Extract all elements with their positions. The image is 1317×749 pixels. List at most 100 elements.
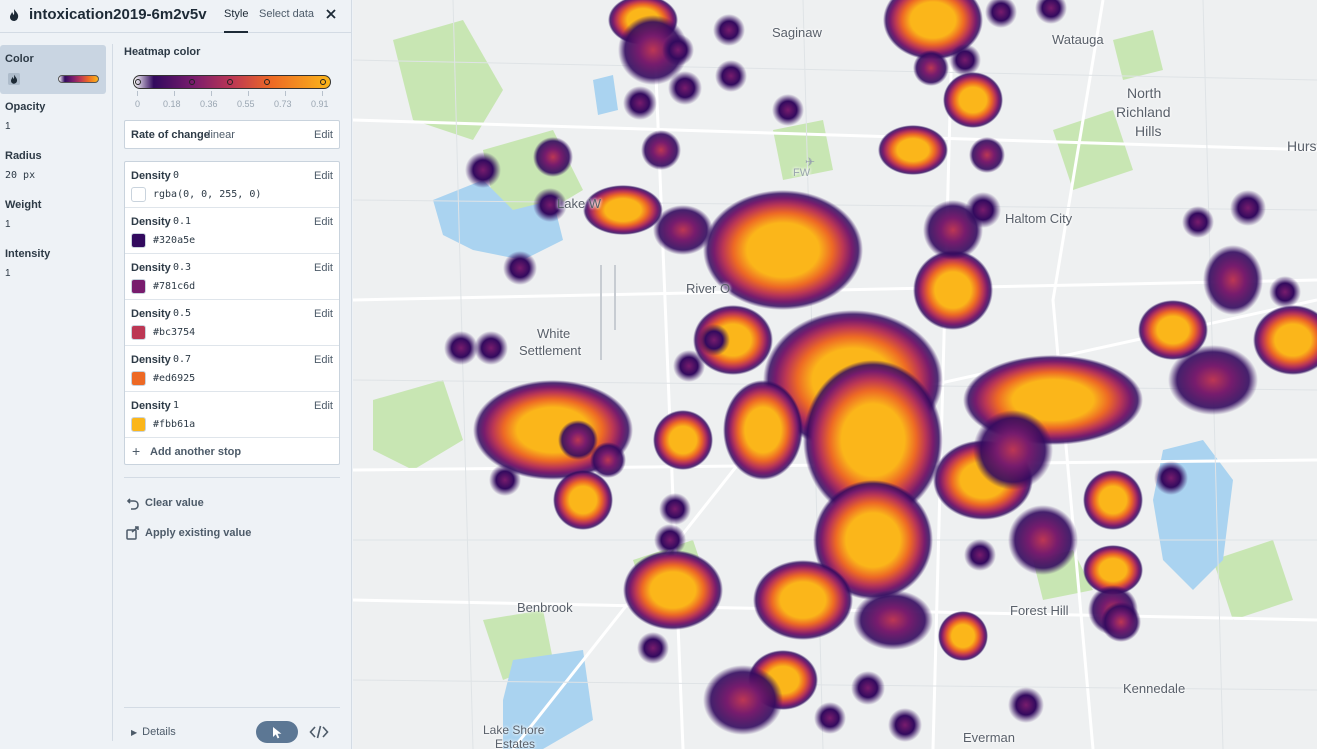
apply-existing-button[interactable]: Apply existing value	[124, 526, 324, 543]
rate-of-change-row[interactable]: Rate of change linear Edit	[124, 120, 340, 149]
stop-density-value: 0.3	[173, 262, 192, 273]
style-panel: intoxication2019-6m2v5v Style Select dat…	[0, 0, 352, 749]
place-label: Forest Hill	[1010, 603, 1069, 618]
close-icon[interactable]	[323, 6, 339, 22]
tick-label: 0.73	[274, 99, 292, 109]
stop-density-value: 0.7	[173, 354, 192, 365]
color-stop[interactable]: Density 0.1 Edit #320a5e	[125, 208, 339, 254]
ramp-ticks: 0 0.18 0.36 0.55 0.73 0.91	[133, 99, 331, 111]
divider	[124, 477, 340, 478]
color-stops-list: Density 0 Edit rgba(0, 0, 255, 0) Densit…	[124, 161, 340, 465]
heatmap-layer	[444, 0, 1317, 742]
property-weight-value: 1	[5, 219, 11, 230]
stop-color-value: rgba(0, 0, 255, 0)	[153, 189, 262, 200]
code-icon[interactable]	[309, 723, 329, 741]
stop-swatch	[131, 279, 146, 294]
tick-mark	[137, 91, 138, 96]
select-mode-button[interactable]	[256, 721, 298, 743]
ramp-handle[interactable]	[189, 79, 195, 85]
place-label: Lake Shore	[483, 723, 545, 737]
stop-swatch	[131, 187, 146, 202]
color-stop[interactable]: Density 0.5 Edit #bc3754	[125, 300, 339, 346]
property-intensity-label: Intensity	[5, 248, 51, 260]
panel-header: intoxication2019-6m2v5v Style Select dat…	[0, 0, 352, 33]
place-label: FW	[793, 167, 811, 179]
add-stop-button[interactable]: + Add another stop	[125, 438, 339, 465]
stop-density-label: Density	[131, 400, 171, 412]
ramp-handle[interactable]	[320, 79, 326, 85]
footer-divider	[124, 707, 340, 708]
panel-divider	[112, 44, 113, 741]
tick-mark	[174, 91, 175, 96]
stop-density-value: 0.1	[173, 216, 192, 227]
ramp-handle[interactable]	[227, 79, 233, 85]
stop-color-value: #320a5e	[153, 235, 196, 246]
stop-color-value: #ed6925	[153, 373, 196, 384]
editor-title: Heatmap color	[124, 46, 201, 58]
stop-color-value: #781c6d	[153, 281, 196, 292]
place-label: Hills	[1135, 123, 1162, 139]
property-opacity[interactable]: Opacity 1	[0, 101, 112, 141]
place-label: Kennedale	[1123, 681, 1186, 696]
place-label: Haltom City	[1005, 211, 1073, 226]
stop-edit-link[interactable]: Edit	[314, 308, 333, 320]
property-radius-label: Radius	[5, 150, 42, 162]
stop-swatch	[131, 325, 146, 340]
property-color[interactable]: Color	[0, 45, 106, 94]
rate-label: Rate of change	[131, 129, 210, 141]
ramp-handle[interactable]	[135, 79, 141, 85]
rate-edit-link[interactable]: Edit	[314, 129, 333, 141]
ramp-handle[interactable]	[264, 79, 270, 85]
stop-edit-link[interactable]: Edit	[314, 400, 333, 412]
clear-value-button[interactable]: Clear value	[124, 497, 324, 513]
details-label: Details	[142, 726, 176, 738]
property-weight[interactable]: Weight 1	[0, 199, 112, 239]
color-stop[interactable]: Density 1 Edit #fbb61a	[125, 392, 339, 438]
place-label: Estates	[495, 737, 536, 749]
tick-label: 0.91	[311, 99, 329, 109]
place-label: Hurst	[1287, 138, 1317, 154]
stop-density-value: 1	[173, 400, 180, 411]
place-label: Lake W	[557, 196, 602, 211]
stop-density-value: 0.5	[173, 308, 192, 319]
heatmap-layer-icon	[10, 9, 19, 21]
stop-edit-link[interactable]: Edit	[314, 354, 333, 366]
clear-value-label: Clear value	[145, 497, 204, 509]
stop-density-label: Density	[131, 216, 171, 228]
stop-density-label: Density	[131, 354, 171, 366]
stop-edit-link[interactable]: Edit	[314, 262, 333, 274]
stop-edit-link[interactable]: Edit	[314, 216, 333, 228]
property-intensity-value: 1	[5, 268, 11, 279]
place-label: Settlement	[519, 343, 582, 358]
property-color-label: Color	[5, 53, 34, 65]
property-radius-value: 20 px	[5, 170, 36, 181]
property-weight-label: Weight	[5, 199, 42, 211]
place-label: Everman	[963, 730, 1016, 745]
heatmap-icon	[8, 73, 20, 85]
color-stop[interactable]: Density 0 Edit rgba(0, 0, 255, 0)	[125, 162, 339, 208]
tick-label: 0	[135, 99, 141, 109]
place-label: Saginaw	[772, 25, 822, 40]
place-label: Benbrook	[517, 600, 573, 615]
property-radius[interactable]: Radius 20 px	[0, 150, 112, 190]
property-intensity[interactable]: Intensity 1	[0, 248, 112, 288]
color-ramp-slider[interactable]	[133, 75, 331, 89]
airport-marker	[600, 265, 616, 360]
place-label: Watauga	[1052, 32, 1104, 47]
map-canvas[interactable]: ✈ Saginaw Watauga North Richland Hills H…	[353, 0, 1317, 749]
stop-edit-link[interactable]: Edit	[314, 170, 333, 182]
tick-label: 0.55	[237, 99, 255, 109]
details-toggle[interactable]: ▶ Details	[131, 726, 176, 738]
stop-density-label: Density	[131, 170, 171, 182]
color-stop[interactable]: Density 0.7 Edit #ed6925	[125, 346, 339, 392]
basemap: ✈	[353, 0, 1317, 749]
place-label: White	[537, 326, 571, 341]
color-stop[interactable]: Density 0.3 Edit #781c6d	[125, 254, 339, 300]
tick-mark	[248, 91, 249, 96]
tick-mark	[285, 91, 286, 96]
tab-style[interactable]: Style	[224, 8, 249, 33]
stop-density-value: 0	[173, 170, 180, 181]
apply-icon	[126, 526, 139, 540]
tab-select-data[interactable]: Select data	[259, 8, 314, 20]
place-label: Richland	[1116, 104, 1171, 120]
